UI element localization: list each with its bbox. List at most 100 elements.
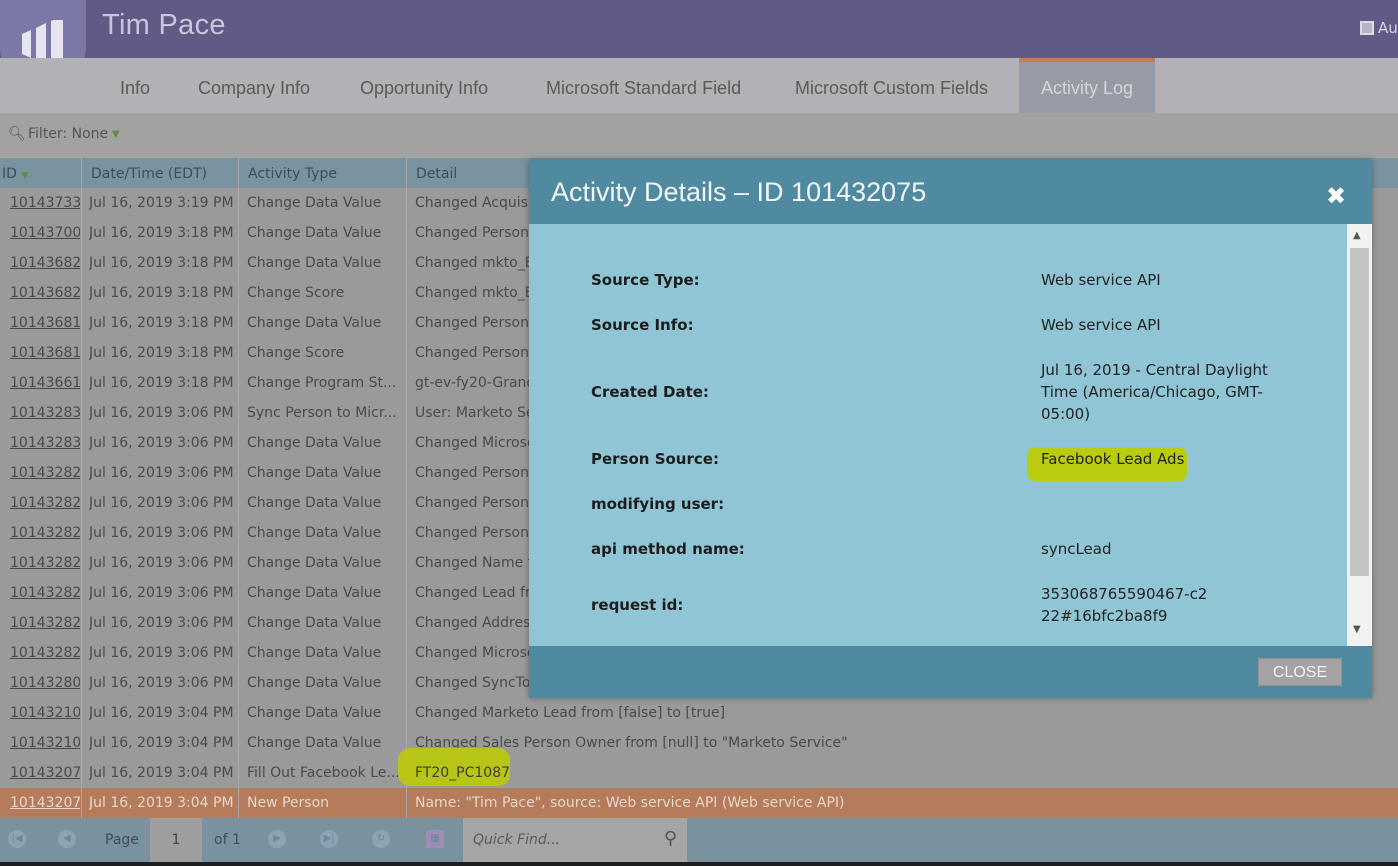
activity-datetime-cell: Jul 16, 2019 3:06 PM	[89, 645, 234, 661]
filter-icon[interactable]: 🔍︎	[8, 126, 26, 142]
page-label: Page	[105, 832, 139, 848]
activity-id-link[interactable]: 101436823	[10, 255, 80, 271]
activity-id-link[interactable]: 101432826	[10, 555, 80, 571]
close-icon[interactable]: ✖	[1326, 182, 1346, 210]
activity-detail-cell: Name: "Tim Pace", source: Web service AP…	[415, 795, 845, 811]
field-label-request-id: request id:	[591, 596, 684, 614]
activity-datetime-cell: Jul 16, 2019 3:19 PM	[89, 195, 234, 211]
activity-details-dialog: Activity Details – ID 101432075 ✖ Source…	[529, 160, 1372, 698]
dialog-body: Source Type: Web service API Source Info…	[529, 224, 1347, 646]
activity-id-link[interactable]: 101432836	[10, 435, 80, 451]
tab-opportunity-info[interactable]: Opportunity Info	[360, 78, 488, 99]
activity-id-link[interactable]: 101432803	[10, 675, 80, 691]
column-header-datetime[interactable]: Date/Time (EDT)	[91, 166, 207, 182]
activity-id-link[interactable]: 101432104	[10, 735, 80, 751]
next-page-icon[interactable]: ▶	[268, 830, 286, 848]
activity-type-cell: Change Data Value	[247, 315, 382, 331]
activity-id-link[interactable]: 101436813	[10, 315, 80, 331]
activity-datetime-cell: Jul 16, 2019 3:18 PM	[89, 375, 234, 391]
activity-id-link[interactable]: 101436618	[10, 375, 80, 391]
field-label-source-info: Source Info:	[591, 316, 694, 334]
field-value-created-date: Jul 16, 2019 - Central Daylight Time (Am…	[1041, 361, 1268, 423]
column-header-id-label: ID	[2, 166, 17, 182]
dialog-footer: CLOSE	[529, 646, 1372, 698]
activity-datetime-cell: Jul 16, 2019 3:06 PM	[89, 525, 234, 541]
activity-type-cell: Change Data Value	[247, 645, 382, 661]
table-row[interactable]: 101432105 Jul 16, 2019 3:04 PM Change Data…	[0, 698, 1398, 728]
column-header-detail[interactable]: Detail	[416, 166, 457, 182]
activity-type-cell: Change Data Value	[247, 225, 382, 241]
top-right-action[interactable]: Au	[1360, 19, 1398, 37]
search-icon[interactable]: ⚲	[664, 828, 677, 849]
quick-find-input[interactable]: Quick Find... ⚲	[463, 818, 687, 862]
grid-line	[81, 158, 82, 818]
sort-desc-icon: ▼	[21, 171, 29, 181]
chevron-down-icon[interactable]: ▼	[112, 129, 120, 140]
activity-datetime-cell: Jul 16, 2019 3:18 PM	[89, 285, 234, 301]
activity-id-link[interactable]: 101432825	[10, 585, 80, 601]
activity-id-link[interactable]: 101436822	[10, 285, 80, 301]
activity-type-cell: Change Data Value	[247, 435, 382, 451]
activity-datetime-cell: Jul 16, 2019 3:06 PM	[89, 435, 234, 451]
close-button[interactable]: CLOSE	[1258, 658, 1342, 686]
page-number-input[interactable]: 1	[150, 818, 202, 862]
column-header-id[interactable]: ID ▼	[2, 166, 28, 182]
field-value-api-method-name: syncLead	[1041, 540, 1112, 558]
tab-microsoft-standard-field[interactable]: Microsoft Standard Field	[546, 78, 741, 99]
activity-datetime-cell: Jul 16, 2019 3:06 PM	[89, 615, 234, 631]
activity-id-link[interactable]: 101437000	[10, 225, 80, 241]
prev-page-icon[interactable]: ◀	[58, 830, 76, 848]
filter-label[interactable]: Filter: None	[28, 126, 108, 142]
field-label-source-type: Source Type:	[591, 271, 700, 289]
tab-activity-log[interactable]: Activity Log	[1019, 58, 1156, 113]
tab-info[interactable]: Info	[120, 78, 150, 99]
export-icon[interactable]: ▦	[426, 830, 444, 848]
activity-id-link[interactable]: 101432827	[10, 525, 80, 541]
activity-id-link[interactable]: 101432824	[10, 615, 80, 631]
refresh-icon[interactable]: ↻	[372, 830, 390, 848]
tab-company-info[interactable]: Company Info	[198, 78, 310, 99]
table-row[interactable]: 101432075 Jul 16, 2019 3:04 PM New Person N…	[0, 788, 1398, 818]
activity-id-link[interactable]: 101436812	[10, 345, 80, 361]
field-value-source-info: Web service API	[1041, 316, 1161, 334]
activity-id-link[interactable]: 101432828	[10, 495, 80, 511]
activity-datetime-cell: Jul 16, 2019 3:06 PM	[89, 675, 234, 691]
activity-datetime-cell: Jul 16, 2019 3:18 PM	[89, 315, 234, 331]
scroll-down-icon[interactable]: ▼	[1353, 624, 1361, 635]
activity-id-link[interactable]: 101432829	[10, 465, 80, 481]
table-row[interactable]: 101432076 Jul 16, 2019 3:04 PM Fill Out Fa…	[0, 758, 1398, 788]
activity-detail-cell: Changed Sales Person Owner from [null] t…	[415, 735, 848, 751]
last-page-icon[interactable]: ▶|	[320, 830, 338, 848]
dialog-title: Activity Details – ID 101432075	[551, 177, 927, 207]
activity-type-cell: Fill Out Facebook Le...	[247, 765, 399, 781]
save-icon	[1360, 21, 1374, 35]
activity-id-link[interactable]: 101432837	[10, 405, 80, 421]
table-row[interactable]: 101432104 Jul 16, 2019 3:04 PM Change Data…	[0, 728, 1398, 758]
activity-id-link[interactable]: 101432105	[10, 705, 80, 721]
quick-find-placeholder: Quick Find...	[473, 832, 561, 848]
activity-id-link[interactable]: 101437331	[10, 195, 80, 211]
activity-type-cell: Change Program St...	[247, 375, 397, 391]
activity-type-cell: Change Data Value	[247, 675, 382, 691]
highlighted-detail-text: FT20_PC1087	[415, 765, 511, 781]
activity-datetime-cell: Jul 16, 2019 3:18 PM	[89, 345, 234, 361]
activity-type-cell: Change Score	[247, 345, 345, 361]
scrollbar-thumb[interactable]	[1350, 248, 1369, 576]
person-name: Tim Pace	[102, 9, 226, 41]
first-page-icon[interactable]: |◀	[8, 830, 26, 848]
activity-detail-cell: Changed Marketo Lead from [false] to [tr…	[415, 705, 726, 721]
scroll-up-icon[interactable]: ▲	[1353, 230, 1361, 241]
activity-datetime-cell: Jul 16, 2019 3:04 PM	[89, 735, 234, 751]
tab-microsoft-custom-fields[interactable]: Microsoft Custom Fields	[795, 78, 988, 99]
activity-datetime-cell: Jul 16, 2019 3:06 PM	[89, 405, 234, 421]
column-header-activity-type[interactable]: Activity Type	[248, 166, 337, 182]
activity-id-link[interactable]: 101432076	[10, 765, 80, 781]
activity-datetime-cell: Jul 16, 2019 3:18 PM	[89, 225, 234, 241]
activity-id-link[interactable]: 101432075	[10, 795, 80, 811]
dialog-scrollbar[interactable]: ▲ ▼	[1347, 224, 1372, 646]
activity-datetime-cell: Jul 16, 2019 3:04 PM	[89, 705, 234, 721]
activity-type-cell: Change Data Value	[247, 735, 382, 751]
activity-datetime-cell: Jul 16, 2019 3:06 PM	[89, 555, 234, 571]
top-header: Tim Pace Au	[0, 0, 1398, 90]
activity-id-link[interactable]: 101432823	[10, 645, 80, 661]
